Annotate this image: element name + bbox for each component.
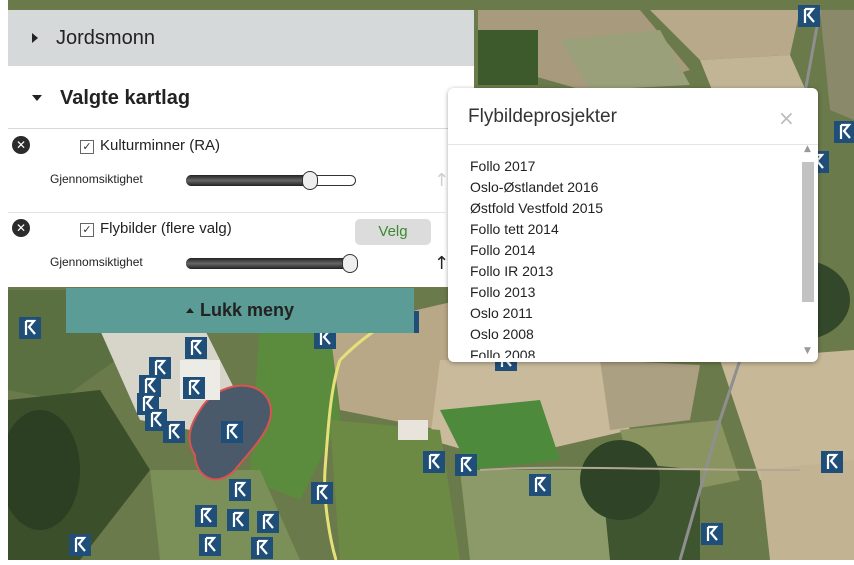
move-layer-up-icon[interactable]: ↑ [434,253,449,274]
project-item[interactable]: Follo tett 2014 [470,219,800,240]
velg-button[interactable]: Velg [355,219,431,245]
collapse-up-icon [185,308,194,313]
section-valgte-kartlag[interactable]: Valgte kartlag [8,68,474,129]
opacity-label: Gjennomsiktighet [50,172,143,186]
expand-arrow-icon [32,33,38,43]
frame-bottom-edge [0,560,854,565]
divider [448,144,818,145]
layer-checkbox[interactable]: ✓ [80,223,94,237]
flybilde-projects-popup: Flybildeprosjekter × Follo 2017 Oslo-Øst… [448,88,818,362]
slider-fill [186,258,356,269]
opacity-slider[interactable] [186,254,358,273]
layer-name: Kulturminner (RA) [100,137,221,154]
remove-layer-icon[interactable]: ✕ [12,136,30,154]
section-label: Valgte kartlag [60,86,191,109]
project-item[interactable]: Follo 2017 [470,156,800,177]
layer-menu-panel: Jordsmonn Valgte kartlag ✕ ✓ Kulturminne… [8,10,474,287]
project-item[interactable]: Oslo-Østlandet 2016 [470,177,800,198]
section-label: Jordsmonn [56,26,155,49]
layer-checkbox[interactable]: ✓ [80,140,94,154]
project-item[interactable]: Oslo 2008 [470,324,800,345]
opacity-label: Gjennomsiktighet [50,255,143,269]
close-icon[interactable]: × [778,106,795,130]
popup-title: Flybildeprosjekter [468,106,617,127]
project-item[interactable]: Follo 2013 [470,282,800,303]
collapse-arrow-icon [32,95,42,101]
project-item[interactable]: Follo IR 2013 [470,261,800,282]
layer-name: Flybilder (flere valg) [100,220,232,237]
scroll-down-icon[interactable]: ▼ [804,346,811,356]
project-item[interactable]: Oslo 2011 [470,303,800,324]
layer-row-flybilder: ✕ ✓ Flybilder (flere valg) Velg Gjennoms… [8,212,474,291]
scroll-thumb[interactable] [802,162,814,302]
project-item[interactable]: Follo 2014 [470,240,800,261]
opacity-slider[interactable] [186,171,356,190]
scrollbar[interactable]: ▲ ▼ [800,144,816,360]
slider-fill [186,175,314,186]
remove-layer-icon[interactable]: ✕ [12,219,30,237]
slider-handle[interactable] [302,171,318,190]
layer-row-kulturminner: ✕ ✓ Kulturminner (RA) Gjennomsiktighet ↑ [8,130,474,208]
project-item[interactable]: Follo 2008 [470,345,800,358]
scroll-up-icon[interactable]: ▲ [804,144,811,154]
close-menu-button[interactable]: Lukk meny [66,288,414,333]
move-layer-up-icon: ↑ [434,170,450,191]
project-item[interactable]: Østfold Vestfold 2015 [470,198,800,219]
section-jordsmonn[interactable]: Jordsmonn [8,10,474,66]
project-list: Follo 2017 Oslo-Østlandet 2016 Østfold V… [470,156,800,358]
frame-left-edge [0,0,8,565]
close-menu-label: Lukk meny [199,300,295,320]
slider-handle[interactable] [342,254,358,273]
popup-pointer [432,210,448,240]
